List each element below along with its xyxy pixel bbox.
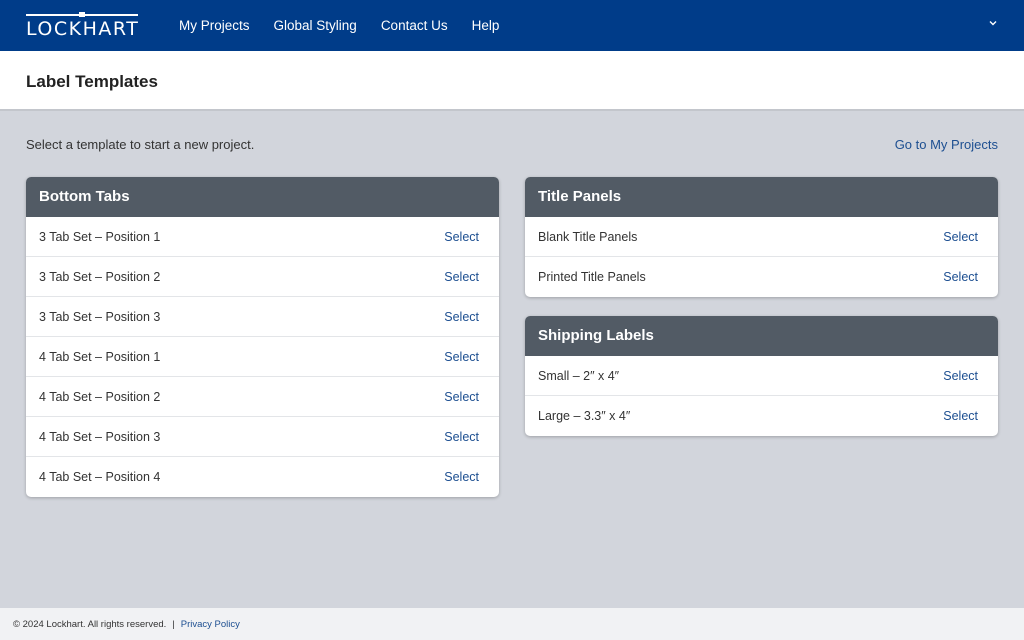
template-row: 4 Tab Set – Position 1 Select — [26, 337, 499, 377]
template-row: 3 Tab Set – Position 1 Select — [26, 217, 499, 257]
template-label: Blank Title Panels — [538, 229, 638, 244]
template-label: 3 Tab Set – Position 3 — [39, 309, 161, 324]
template-row: 4 Tab Set – Position 4 Select — [26, 457, 499, 497]
logo-notch — [79, 12, 85, 17]
select-button[interactable]: Select — [943, 270, 978, 284]
title-panels-card: Title Panels Blank Title Panels Select P… — [525, 177, 998, 297]
nav-item-global-styling[interactable]: Global Styling — [274, 18, 357, 33]
nav-item-my-projects[interactable]: My Projects — [179, 18, 250, 33]
privacy-policy-link[interactable]: Privacy Policy — [181, 619, 240, 630]
intro-text: Select a template to start a new project… — [26, 137, 255, 152]
template-label: 4 Tab Set – Position 2 — [39, 389, 161, 404]
copyright-text: © 2024 Lockhart. All rights reserved. — [13, 618, 167, 630]
select-button[interactable]: Select — [943, 230, 978, 244]
logo-text: LOCKHART — [26, 18, 140, 40]
top-navbar: LOCKHART My Projects Global Styling Cont… — [0, 0, 1024, 51]
card-title: Title Panels — [525, 177, 998, 217]
template-row: 3 Tab Set – Position 3 Select — [26, 297, 499, 337]
template-row: 4 Tab Set – Position 3 Select — [26, 417, 499, 457]
template-label: Small – 2″ x 4″ — [538, 368, 620, 383]
chevron-down-icon[interactable] — [988, 18, 998, 28]
card-title: Bottom Tabs — [26, 177, 499, 217]
template-row: 3 Tab Set – Position 2 Select — [26, 257, 499, 297]
nav-links: My Projects Global Styling Contact Us He… — [179, 0, 523, 51]
template-label: 4 Tab Set – Position 1 — [39, 349, 161, 364]
card-title: Shipping Labels — [525, 316, 998, 356]
page-title: Label Templates — [26, 72, 158, 91]
select-button[interactable]: Select — [444, 230, 479, 244]
template-row: 4 Tab Set – Position 2 Select — [26, 377, 499, 417]
template-row: Printed Title Panels Select — [525, 257, 998, 297]
select-button[interactable]: Select — [444, 270, 479, 284]
bottom-tabs-card: Bottom Tabs 3 Tab Set – Position 1 Selec… — [26, 177, 499, 497]
select-button[interactable]: Select — [943, 369, 978, 383]
template-label: 3 Tab Set – Position 1 — [39, 229, 161, 244]
template-label: 4 Tab Set – Position 4 — [39, 470, 161, 484]
nav-item-help[interactable]: Help — [472, 18, 500, 33]
select-button[interactable]: Select — [943, 409, 978, 423]
select-button[interactable]: Select — [444, 470, 479, 484]
template-label: Large – 3.3″ x 4″ — [538, 409, 631, 423]
footer: © 2024 Lockhart. All rights reserved. | … — [0, 608, 1024, 640]
select-button[interactable]: Select — [444, 430, 479, 444]
select-button[interactable]: Select — [444, 350, 479, 364]
template-label: 4 Tab Set – Position 3 — [39, 429, 161, 444]
template-label: 3 Tab Set – Position 2 — [39, 269, 161, 284]
nav-item-contact-us[interactable]: Contact Us — [381, 18, 448, 33]
template-label: Printed Title Panels — [538, 270, 646, 284]
lockhart-logo[interactable]: LOCKHART — [26, 12, 140, 40]
template-row: Small – 2″ x 4″ Select — [525, 356, 998, 396]
select-button[interactable]: Select — [444, 310, 479, 324]
template-row: Large – 3.3″ x 4″ Select — [525, 396, 998, 436]
footer-separator: | — [172, 618, 175, 630]
page-header: Label Templates — [0, 51, 1024, 111]
template-row: Blank Title Panels Select — [525, 217, 998, 257]
select-button[interactable]: Select — [444, 390, 479, 404]
go-to-my-projects-link[interactable]: Go to My Projects — [895, 137, 998, 152]
shipping-labels-card: Shipping Labels Small – 2″ x 4″ Select L… — [525, 316, 998, 436]
